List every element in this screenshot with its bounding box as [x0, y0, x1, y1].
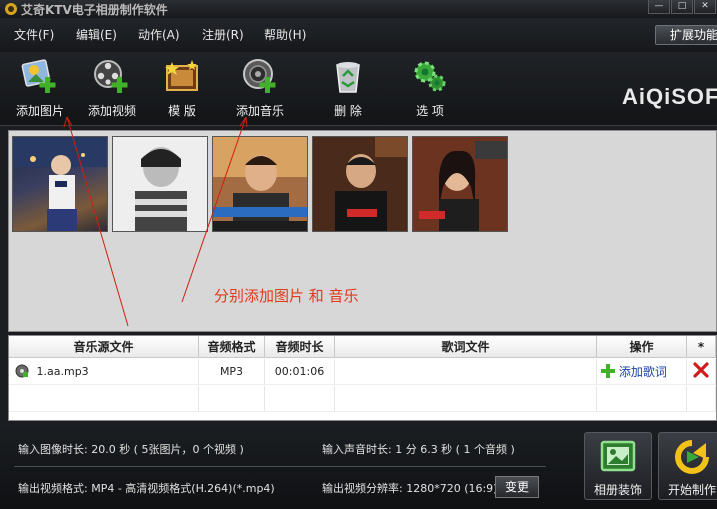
header-music-file[interactable]: 音乐源文件 [9, 336, 199, 358]
start-button[interactable]: 开始制作 [658, 432, 717, 500]
output-resolution: 输出视频分辨率: 1280*720 (16:9) [322, 482, 498, 495]
template-label: 模 版 [168, 104, 196, 118]
audio-duration-cell: 00:01:06 [265, 359, 335, 385]
add-music-icon [243, 59, 276, 93]
minimize-button[interactable]: — [648, 0, 670, 14]
delete-button[interactable]: 删 除 [320, 52, 376, 126]
title-bar: 艾奇KTV电子相册制作软件 — □ ✕ [0, 0, 717, 18]
album-decor-label: 相册装饰 [593, 483, 642, 497]
brand-logo: AiQiSOF [622, 84, 717, 109]
window-title: 艾奇KTV电子相册制作软件 [21, 3, 168, 17]
music-file-cell: 1.aa.mp3 [9, 359, 199, 385]
menu-register[interactable]: 注册(R) [202, 26, 244, 43]
options-label: 选 项 [416, 104, 444, 118]
info-divider [14, 466, 546, 467]
input-audio-duration: 输入声音时长: 1 分 6.3 秒 ( 1 个音频 ) [322, 443, 515, 456]
add-lyrics-button[interactable]: 添加歌词 [597, 359, 687, 385]
add-image-button[interactable]: 添加图片 [8, 52, 72, 126]
photo-thumbnail [213, 137, 307, 231]
options-button[interactable]: 选 项 [402, 52, 458, 126]
input-image-duration: 输入图像时长: 20.0 秒 ( 5张图片，0 个视频 ) [18, 443, 244, 456]
image-thumbnail[interactable] [412, 136, 508, 232]
add-video-button[interactable]: 添加视频 [80, 52, 144, 126]
image-thumbnail[interactable] [212, 136, 308, 232]
annotation-text: 分别添加图片 和 音乐 [214, 287, 359, 305]
photo-thumbnail [113, 137, 207, 231]
header-audio-format[interactable]: 音频格式 [199, 336, 265, 358]
template-icon [165, 60, 198, 91]
add-music-button[interactable]: 添加音乐 [228, 52, 292, 126]
recycle-bin-icon [336, 62, 360, 93]
photo-thumbnail [413, 137, 507, 231]
lyrics-file-cell [335, 359, 597, 385]
info-panel: 输入图像时长: 20.0 秒 ( 5张图片，0 个视频 ) 输入声音时长: 1 … [0, 424, 717, 509]
add-image-label: 添加图片 [15, 104, 64, 118]
empty-cell [199, 386, 265, 412]
delete-label: 删 除 [334, 104, 362, 118]
delete-x-icon [693, 362, 709, 378]
change-format-button[interactable]: 变更 [495, 476, 539, 498]
music-table: 音乐源文件 音频格式 音频时长 歌词文件 操作 * 1.aa.mp3 MP3 0… [8, 335, 717, 421]
header-lyrics-file[interactable]: 歌词文件 [335, 336, 597, 358]
audio-format-cell: MP3 [199, 359, 265, 385]
options-icon [414, 61, 446, 92]
picture-frame-icon [600, 440, 636, 472]
photo-thumbnail [13, 137, 107, 231]
menu-help[interactable]: 帮助(H) [264, 26, 306, 43]
add-image-icon [21, 59, 56, 93]
app-logo-icon [5, 3, 17, 15]
remove-row-button[interactable] [687, 359, 716, 385]
toolbar: 添加图片 添加视频 模 版 添加音乐 删 除 选 项 AiQiSOF [0, 52, 717, 126]
music-file-name: 1.aa.mp3 [36, 365, 89, 378]
menu-edit[interactable]: 编辑(E) [76, 26, 117, 43]
empty-cell [9, 386, 199, 412]
start-label: 开始制作 [667, 483, 716, 497]
template-button[interactable]: 模 版 [152, 52, 212, 126]
image-list-panel [8, 130, 717, 332]
menu-bar: 文件(F) 编辑(E) 动作(A) 注册(R) 帮助(H) 扩展功能 [0, 18, 717, 52]
menu-action[interactable]: 动作(A) [138, 26, 180, 43]
music-file-icon [15, 364, 29, 378]
empty-cell [265, 386, 335, 412]
add-music-label: 添加音乐 [235, 104, 284, 118]
header-remove[interactable]: * [687, 336, 716, 358]
refresh-arrow-icon [675, 440, 709, 474]
plus-icon [601, 364, 615, 378]
header-actions[interactable]: 操作 [597, 336, 687, 358]
menu-file[interactable]: 文件(F) [14, 26, 54, 43]
output-format: 输出视频格式: MP4 - 高清视频格式(H.264)(*.mp4) [18, 482, 275, 495]
photo-thumbnail [313, 137, 407, 231]
image-thumbnail[interactable] [312, 136, 408, 232]
header-audio-duration[interactable]: 音频时长 [265, 336, 335, 358]
empty-cell [335, 386, 597, 412]
close-button[interactable]: ✕ [694, 0, 716, 14]
maximize-button[interactable]: □ [671, 0, 693, 14]
add-lyrics-label: 添加歌词 [618, 365, 667, 379]
image-thumbnail[interactable] [12, 136, 108, 232]
empty-cell [687, 386, 716, 412]
image-thumbnail[interactable] [112, 136, 208, 232]
album-decor-button[interactable]: 相册装饰 [584, 432, 652, 500]
empty-cell [597, 386, 687, 412]
add-video-label: 添加视频 [87, 104, 136, 118]
add-video-icon [94, 60, 128, 93]
extend-functions-button[interactable]: 扩展功能 [655, 25, 717, 45]
